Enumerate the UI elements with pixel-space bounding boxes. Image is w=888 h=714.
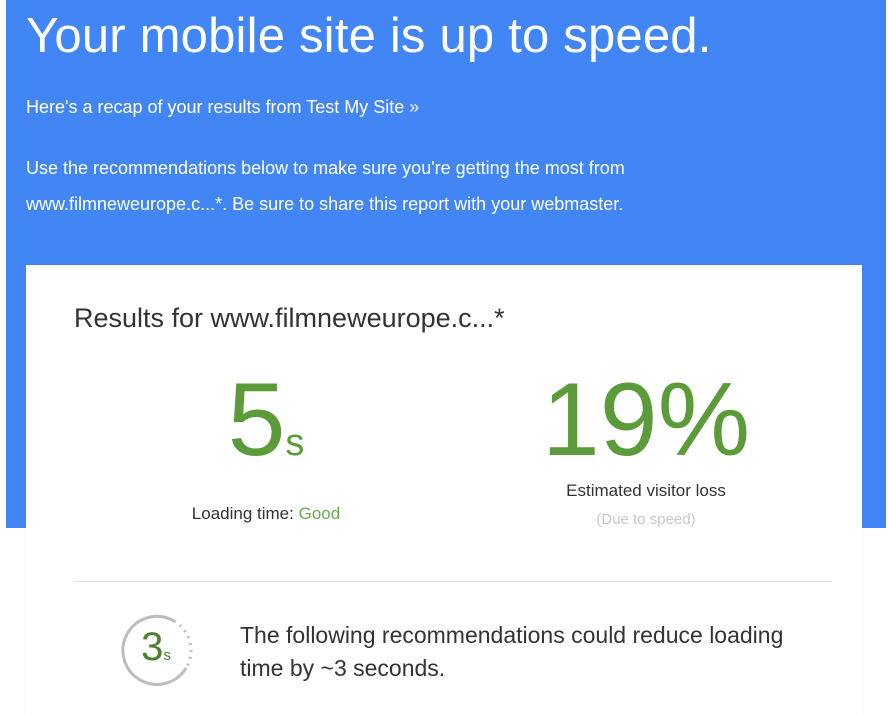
intro-line-1: Use the recommendations below to make su… [26,158,625,178]
time-savings-number: 3 [141,625,164,669]
loading-time-unit: s [285,422,305,464]
visitor-loss-sublabel: (Due to speed) [596,511,696,528]
loading-time-value: 5s [146,365,386,498]
loading-time-label: Loading time: Good [146,504,386,524]
results-card: Results for www.filmneweurope.c...* 5s L… [26,265,862,714]
recommendation-summary: The following recommendations could redu… [240,622,784,681]
visitor-loss-metric: 19% Estimated visitor loss (Due to speed… [516,365,776,528]
time-savings-unit: s [163,647,171,664]
loading-time-metric: 5s Loading time: Good [146,365,386,524]
intro-text: Use the recommendations below to make su… [26,150,866,222]
section-divider [74,581,832,582]
visitor-loss-value: 19% [541,362,751,478]
time-savings-timer-icon: 3s [114,608,198,692]
loading-time-label-text: Loading time: [191,504,294,523]
loading-time-number: 5 [227,362,286,478]
visitor-loss-label: Estimated visitor loss [566,481,726,500]
results-title: Results for www.filmneweurope.c...* [74,303,505,333]
loading-time-rating: Good [298,504,341,523]
time-savings-value: 3s [114,622,198,681]
hero-title: Your mobile site is up to speed. [26,9,712,63]
intro-line-2: www.filmneweurope.c...*. Be sure to shar… [26,194,624,214]
test-my-site-link[interactable]: Here's a recap of your results from Test… [26,97,419,118]
